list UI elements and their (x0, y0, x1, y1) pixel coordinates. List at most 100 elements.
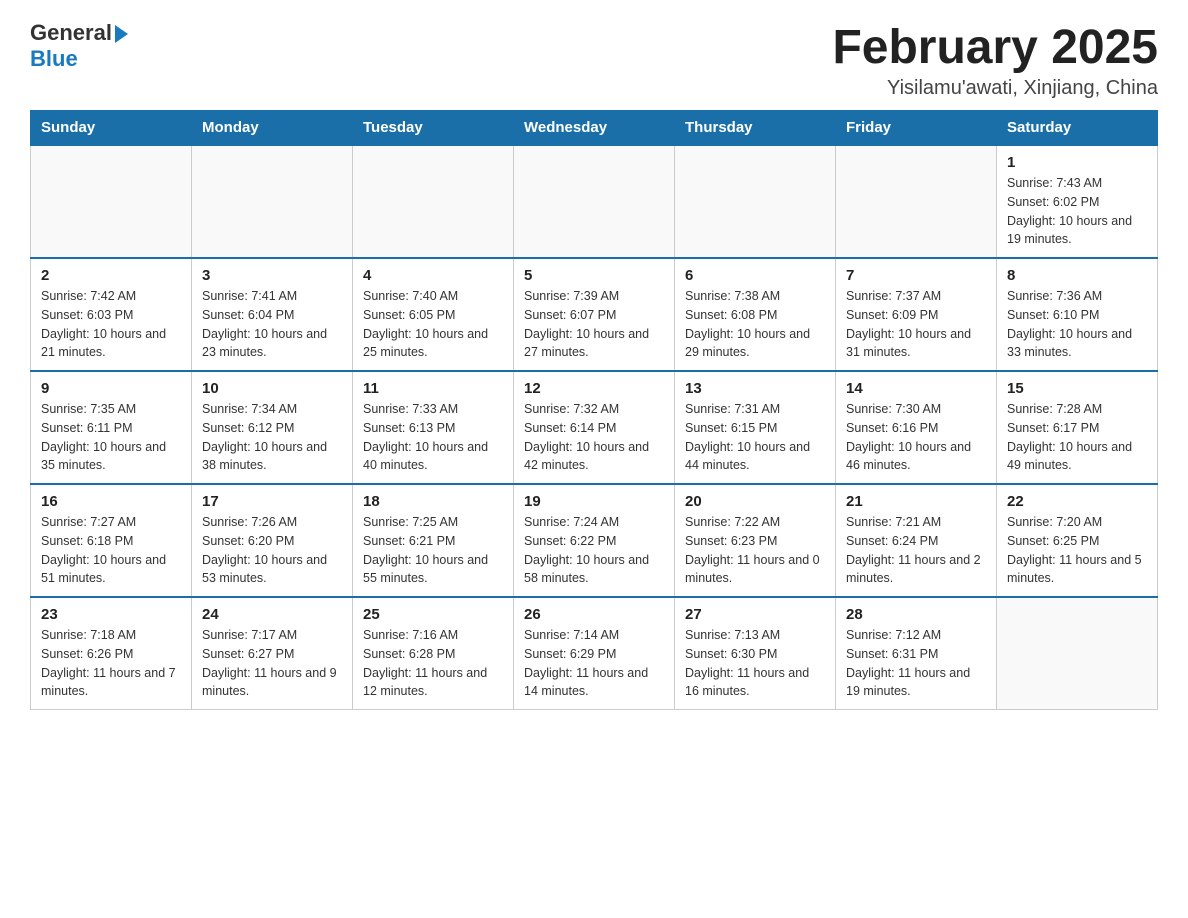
day-info: Sunrise: 7:39 AMSunset: 6:07 PMDaylight:… (524, 287, 664, 362)
day-of-week-header: Sunday (31, 111, 192, 146)
calendar-day-cell: 23Sunrise: 7:18 AMSunset: 6:26 PMDayligh… (31, 597, 192, 710)
calendar-day-cell: 6 Sunrise: 7:38 AMSunset: 6:08 PMDaylight… (675, 258, 836, 371)
calendar-day-cell: 1 Sunrise: 7:43 AMSunset: 6:02 PMDaylight… (997, 145, 1158, 258)
calendar-day-cell (675, 145, 836, 258)
day-number: 13 (685, 380, 825, 397)
day-info: Sunrise: 7:17 AMSunset: 6:27 PMDaylight:… (202, 626, 342, 701)
day-number: 14 (846, 380, 986, 397)
calendar-week-row: 9 Sunrise: 7:35 AMSunset: 6:11 PMDaylight… (31, 371, 1158, 484)
day-info: Sunrise: 7:14 AMSunset: 6:29 PMDaylight:… (524, 626, 664, 701)
calendar-day-cell: 24 Sunrise: 7:17 AMSunset: 6:27 PMDayligh… (192, 597, 353, 710)
day-info: Sunrise: 7:12 AMSunset: 6:31 PMDaylight:… (846, 626, 986, 701)
calendar-day-cell (353, 145, 514, 258)
calendar-day-cell: 26 Sunrise: 7:14 AMSunset: 6:29 PMDayligh… (514, 597, 675, 710)
location-title: Yisilamu'awati, Xinjiang, China (832, 77, 1158, 100)
day-info: Sunrise: 7:28 AMSunset: 6:17 PMDaylight:… (1007, 400, 1147, 475)
day-info: Sunrise: 7:18 AMSunset: 6:26 PMDaylight:… (41, 626, 181, 701)
day-info: Sunrise: 7:33 AMSunset: 6:13 PMDaylight:… (363, 400, 503, 475)
day-info: Sunrise: 7:30 AMSunset: 6:16 PMDaylight:… (846, 400, 986, 475)
calendar-day-cell: 12 Sunrise: 7:32 AMSunset: 6:14 PMDayligh… (514, 371, 675, 484)
calendar-day-cell: 11 Sunrise: 7:33 AMSunset: 6:13 PMDayligh… (353, 371, 514, 484)
calendar-day-cell: 16Sunrise: 7:27 AMSunset: 6:18 PMDayligh… (31, 484, 192, 597)
day-info: Sunrise: 7:20 AMSunset: 6:25 PMDaylight:… (1007, 513, 1147, 588)
calendar-day-cell: 9 Sunrise: 7:35 AMSunset: 6:11 PMDaylight… (31, 371, 192, 484)
day-number: 7 (846, 267, 986, 284)
logo: General Blue (30, 20, 128, 72)
day-number: 1 (1007, 154, 1147, 171)
day-of-week-header: Tuesday (353, 111, 514, 146)
day-number: 27 (685, 606, 825, 623)
day-info: Sunrise: 7:16 AMSunset: 6:28 PMDaylight:… (363, 626, 503, 701)
calendar-week-row: 2Sunrise: 7:42 AMSunset: 6:03 PMDaylight… (31, 258, 1158, 371)
day-info: Sunrise: 7:13 AMSunset: 6:30 PMDaylight:… (685, 626, 825, 701)
day-info: Sunrise: 7:34 AMSunset: 6:12 PMDaylight:… (202, 400, 342, 475)
day-info: Sunrise: 7:31 AMSunset: 6:15 PMDaylight:… (685, 400, 825, 475)
day-number: 4 (363, 267, 503, 284)
month-title: February 2025 (832, 20, 1158, 75)
calendar-day-cell: 8Sunrise: 7:36 AMSunset: 6:10 PMDaylight… (997, 258, 1158, 371)
day-info: Sunrise: 7:40 AMSunset: 6:05 PMDaylight:… (363, 287, 503, 362)
calendar-day-cell: 18 Sunrise: 7:25 AMSunset: 6:21 PMDayligh… (353, 484, 514, 597)
calendar-day-cell: 20Sunrise: 7:22 AMSunset: 6:23 PMDayligh… (675, 484, 836, 597)
calendar-header-row: SundayMondayTuesdayWednesdayThursdayFrid… (31, 111, 1158, 146)
header: General Blue February 2025 Yisilamu'awat… (30, 20, 1158, 100)
calendar-day-cell: 28 Sunrise: 7:12 AMSunset: 6:31 PMDayligh… (836, 597, 997, 710)
day-number: 24 (202, 606, 342, 623)
calendar-day-cell (997, 597, 1158, 710)
logo-arrow-icon (115, 25, 128, 43)
calendar-day-cell: 25 Sunrise: 7:16 AMSunset: 6:28 PMDayligh… (353, 597, 514, 710)
day-number: 28 (846, 606, 986, 623)
calendar-day-cell: 21 Sunrise: 7:21 AMSunset: 6:24 PMDayligh… (836, 484, 997, 597)
day-number: 22 (1007, 493, 1147, 510)
day-info: Sunrise: 7:24 AMSunset: 6:22 PMDaylight:… (524, 513, 664, 588)
day-number: 15 (1007, 380, 1147, 397)
day-of-week-header: Monday (192, 111, 353, 146)
day-number: 5 (524, 267, 664, 284)
day-number: 19 (524, 493, 664, 510)
day-number: 21 (846, 493, 986, 510)
day-number: 17 (202, 493, 342, 510)
day-info: Sunrise: 7:43 AMSunset: 6:02 PMDaylight:… (1007, 174, 1147, 249)
day-info: Sunrise: 7:27 AMSunset: 6:18 PMDaylight:… (41, 513, 181, 588)
calendar-day-cell (514, 145, 675, 258)
day-number: 25 (363, 606, 503, 623)
day-number: 12 (524, 380, 664, 397)
calendar-day-cell (31, 145, 192, 258)
calendar: SundayMondayTuesdayWednesdayThursdayFrid… (30, 110, 1158, 710)
calendar-day-cell: 22 Sunrise: 7:20 AMSunset: 6:25 PMDayligh… (997, 484, 1158, 597)
day-number: 6 (685, 267, 825, 284)
calendar-day-cell: 13 Sunrise: 7:31 AMSunset: 6:15 PMDayligh… (675, 371, 836, 484)
calendar-day-cell (836, 145, 997, 258)
calendar-day-cell: 2Sunrise: 7:42 AMSunset: 6:03 PMDaylight… (31, 258, 192, 371)
calendar-day-cell: 5 Sunrise: 7:39 AMSunset: 6:07 PMDaylight… (514, 258, 675, 371)
day-number: 26 (524, 606, 664, 623)
calendar-week-row: 16Sunrise: 7:27 AMSunset: 6:18 PMDayligh… (31, 484, 1158, 597)
calendar-day-cell: 19 Sunrise: 7:24 AMSunset: 6:22 PMDayligh… (514, 484, 675, 597)
day-info: Sunrise: 7:35 AMSunset: 6:11 PMDaylight:… (41, 400, 181, 475)
day-info: Sunrise: 7:38 AMSunset: 6:08 PMDaylight:… (685, 287, 825, 362)
day-number: 18 (363, 493, 503, 510)
day-info: Sunrise: 7:21 AMSunset: 6:24 PMDaylight:… (846, 513, 986, 588)
day-number: 8 (1007, 267, 1147, 284)
day-number: 20 (685, 493, 825, 510)
day-info: Sunrise: 7:25 AMSunset: 6:21 PMDaylight:… (363, 513, 503, 588)
calendar-day-cell: 10 Sunrise: 7:34 AMSunset: 6:12 PMDayligh… (192, 371, 353, 484)
day-of-week-header: Saturday (997, 111, 1158, 146)
day-of-week-header: Wednesday (514, 111, 675, 146)
day-number: 10 (202, 380, 342, 397)
calendar-day-cell: 3 Sunrise: 7:41 AMSunset: 6:04 PMDaylight… (192, 258, 353, 371)
logo-general-text: General (30, 20, 112, 46)
calendar-week-row: 23Sunrise: 7:18 AMSunset: 6:26 PMDayligh… (31, 597, 1158, 710)
day-info: Sunrise: 7:32 AMSunset: 6:14 PMDaylight:… (524, 400, 664, 475)
calendar-week-row: 1 Sunrise: 7:43 AMSunset: 6:02 PMDaylight… (31, 145, 1158, 258)
calendar-day-cell: 17Sunrise: 7:26 AMSunset: 6:20 PMDayligh… (192, 484, 353, 597)
calendar-day-cell: 27 Sunrise: 7:13 AMSunset: 6:30 PMDayligh… (675, 597, 836, 710)
calendar-day-cell: 4 Sunrise: 7:40 AMSunset: 6:05 PMDaylight… (353, 258, 514, 371)
day-number: 9 (41, 380, 181, 397)
day-number: 2 (41, 267, 181, 284)
calendar-day-cell: 15 Sunrise: 7:28 AMSunset: 6:17 PMDayligh… (997, 371, 1158, 484)
day-info: Sunrise: 7:37 AMSunset: 6:09 PMDaylight:… (846, 287, 986, 362)
day-number: 11 (363, 380, 503, 397)
day-number: 3 (202, 267, 342, 284)
day-info: Sunrise: 7:41 AMSunset: 6:04 PMDaylight:… (202, 287, 342, 362)
